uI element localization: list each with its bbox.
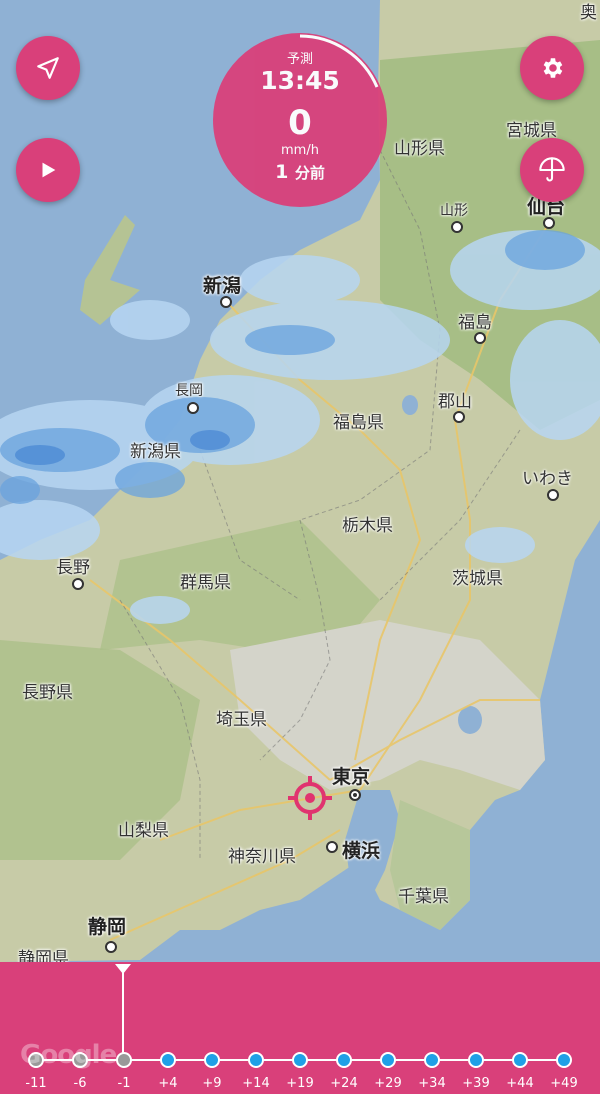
timeline-step[interactable]: [336, 1052, 352, 1068]
time-ago-suffix: 分前: [294, 164, 325, 182]
map-label: 東京: [332, 766, 371, 788]
time-ago-number: 1: [275, 161, 289, 183]
timeline-tick-label: +29: [374, 1076, 402, 1091]
map-label: 長岡: [175, 383, 203, 399]
forecast-panel[interactable]: 予測 13:45 0 mm/h 1 分前: [213, 33, 387, 207]
timeline-tick-label: -6: [73, 1076, 87, 1091]
city-dot: [105, 941, 117, 953]
map-label: 福島県: [333, 413, 384, 433]
timeline-tick-label: -11: [25, 1076, 47, 1091]
city-dot: [453, 411, 465, 423]
timeline-marker-handle-icon[interactable]: [115, 964, 131, 974]
map-label: 静岡: [88, 916, 127, 938]
location-arrow-icon: [35, 55, 61, 81]
timeline-tick-label: +24: [330, 1076, 358, 1091]
forecast-label: 予測: [286, 52, 313, 67]
settings-button[interactable]: [520, 36, 584, 100]
map-label: 福島: [458, 313, 492, 333]
city-dot: [474, 332, 486, 344]
map-label: 横浜: [342, 840, 381, 862]
map-label: 神奈川県: [228, 847, 296, 867]
city-dot: [72, 578, 84, 590]
map-label: 長野: [56, 558, 90, 578]
city-dot: [349, 789, 361, 801]
timeline-step[interactable]: [468, 1052, 484, 1068]
umbrella-button[interactable]: [520, 138, 584, 202]
city-dot: [547, 489, 559, 501]
timeline-step[interactable]: [556, 1052, 572, 1068]
map-label: 埼玉県: [216, 710, 267, 730]
timeline-step[interactable]: [292, 1052, 308, 1068]
city-dot: [543, 217, 555, 229]
rainfall-value: 0: [288, 103, 312, 143]
forecast-time: 13:45: [260, 66, 340, 95]
current-location-button[interactable]: [16, 36, 80, 100]
city-dot: [451, 221, 463, 233]
map-label: 山形県: [394, 139, 445, 159]
timeline-current-marker[interactable]: [122, 966, 124, 1058]
timeline-panel[interactable]: -11 -6 -1 +4 +9 +14 +19 +24 +29 +34 +39 +44 +49: [0, 962, 600, 1094]
timeline-tick-label: +4: [158, 1076, 178, 1091]
map-label: 山形: [440, 203, 468, 219]
city-dot: [326, 841, 338, 853]
timeline-step[interactable]: [116, 1052, 132, 1068]
timeline-tick-label: +44: [506, 1076, 534, 1091]
timeline-tick-label: +39: [462, 1076, 490, 1091]
timeline-tick-label: -1: [117, 1076, 131, 1091]
timeline-tick-label: +9: [202, 1076, 222, 1091]
umbrella-icon: [538, 156, 566, 184]
timeline-step[interactable]: [248, 1052, 264, 1068]
city-dot: [220, 296, 232, 308]
timeline-step[interactable]: [160, 1052, 176, 1068]
time-ago: 1 分前: [213, 161, 387, 183]
timeline-step[interactable]: [424, 1052, 440, 1068]
timeline-tick-label: +14: [242, 1076, 270, 1091]
timeline-step[interactable]: [512, 1052, 528, 1068]
play-button[interactable]: [16, 138, 80, 202]
map-label: 郡山: [438, 392, 472, 412]
city-dot: [187, 402, 199, 414]
rainfall-unit: mm/h: [281, 143, 319, 158]
map-label: 静岡県: [18, 949, 69, 962]
timeline-step[interactable]: [204, 1052, 220, 1068]
timeline-step[interactable]: [380, 1052, 396, 1068]
play-icon: [37, 159, 59, 181]
map-label: いわき: [522, 469, 573, 489]
gear-icon: [539, 55, 565, 81]
map-label: 山梨県: [118, 821, 169, 841]
map-label: 奥: [580, 3, 597, 23]
map-label: 新潟県: [130, 442, 181, 462]
timeline-tick-label: +19: [286, 1076, 314, 1091]
timeline-tick-label: +34: [418, 1076, 446, 1091]
map-label: 栃木県: [342, 516, 393, 536]
map-label: 千葉県: [398, 887, 449, 907]
map-label: 長野県: [22, 683, 73, 703]
map-label: 新潟: [203, 275, 242, 297]
timeline-tick-label: +49: [550, 1076, 578, 1091]
google-logo: Google: [20, 1040, 117, 1070]
map-label: 茨城県: [452, 569, 503, 589]
map-label: 群馬県: [180, 573, 231, 593]
